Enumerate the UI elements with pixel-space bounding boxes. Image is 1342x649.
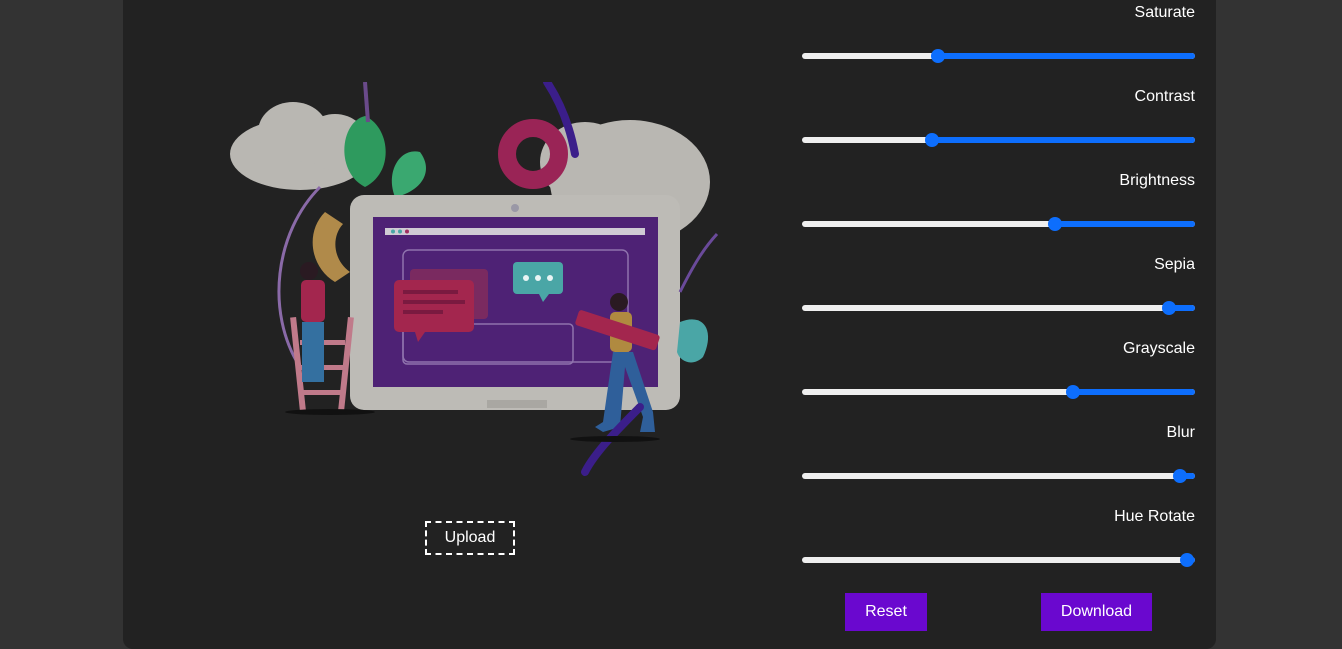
brightness-label: Brightness [1119,172,1195,189]
blur-label: Blur [1166,424,1195,441]
blur-control: Blur [802,420,1195,504]
grayscale-label: Grayscale [1122,340,1195,357]
grayscale-control: Grayscale [802,336,1195,420]
contrast-label: Contrast [1134,88,1195,105]
blur-slider-track [802,473,1195,479]
grayscale-slider-thumb[interactable] [1066,385,1081,399]
contrast-control: Contrast [802,84,1195,168]
reset-button[interactable]: Reset [845,593,927,631]
contrast-slider-thumb[interactable] [924,133,939,147]
sepia-control: Sepia [802,252,1195,336]
sepia-slider-track [802,305,1195,311]
saturate-slider-thumb[interactable] [930,49,945,63]
sepia-slider-thumb[interactable] [1162,301,1177,315]
brightness-control: Brightness [802,168,1195,252]
hue-rotate-slider[interactable] [802,553,1195,567]
contrast-slider-fill [931,137,1195,143]
hue-rotate-slider-track [802,557,1195,563]
upload-button[interactable]: Upload [425,521,515,555]
brightness-slider[interactable] [802,217,1195,231]
contrast-slider[interactable] [802,133,1195,147]
sepia-slider[interactable] [802,301,1195,315]
download-button[interactable]: Download [1041,593,1152,631]
grayscale-slider-fill [1073,389,1195,395]
grayscale-slider[interactable] [802,385,1195,399]
blur-slider-thumb[interactable] [1173,469,1188,483]
saturate-slider[interactable] [802,49,1195,63]
saturate-control: Saturate [802,0,1195,84]
hue-rotate-slider-thumb[interactable] [1180,553,1195,567]
saturate-slider-fill [937,53,1195,59]
saturate-label: Saturate [1134,4,1195,21]
brightness-slider-thumb[interactable] [1048,217,1063,231]
brightness-slider-fill [1055,221,1195,227]
preview-illustration [230,82,719,476]
image-preview [225,82,720,482]
sepia-label: Sepia [1154,256,1195,273]
hue-rotate-control: Hue Rotate [802,504,1195,588]
blur-slider[interactable] [802,469,1195,483]
hue-rotate-label: Hue Rotate [1114,508,1195,525]
